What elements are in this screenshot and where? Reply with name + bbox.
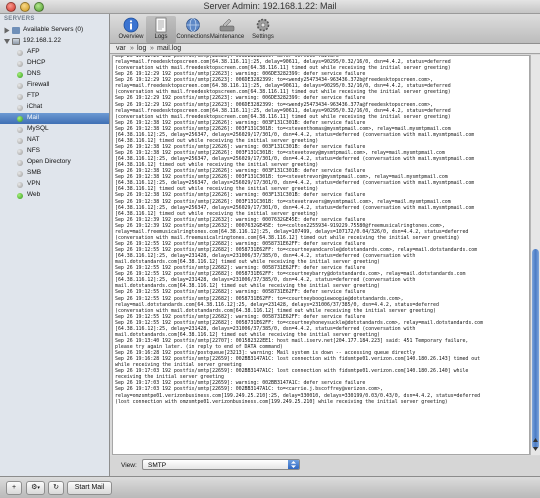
path-separator-icon: » [150,44,154,52]
path-bar: var » log » mail.log [110,44,540,54]
status-dot-icon [17,71,23,78]
path-crumb-var[interactable]: var [116,45,126,52]
service-label: MySQL [27,125,49,132]
servers-sidebar: SERVERS Available Servers (0) 192.168.1.… [0,14,110,476]
sidebar-item-mysql[interactable]: MySQL [0,124,109,135]
start-mail-label: Start Mail [74,484,105,491]
info-icon [123,17,139,33]
status-dot-icon [17,192,23,199]
settings-button[interactable]: Settings [248,16,278,43]
server-icon [12,38,20,45]
service-label: Mail [27,114,39,121]
sidebar-item-nat[interactable]: NAT [0,135,109,146]
service-label: Open Directory [27,158,71,165]
connections-button[interactable]: Connections [176,16,210,43]
updown-arrows-icon [288,460,299,469]
sidebar-item-dhcp[interactable]: DHCP [0,58,109,69]
scroll-up-arrow-icon[interactable] [532,437,539,443]
sidebar-item-open-directory[interactable]: Open Directory [0,157,109,168]
log-line: relay=omzsmtpe01.verizonbusiness.com[199… [115,392,481,399]
status-dot-icon [17,60,23,67]
wrench-icon [219,18,235,32]
sidebar-item-ftp[interactable]: FTP [0,91,109,102]
scrollbar-thumb[interactable] [532,249,539,449]
dropdown-caret-icon: ▾ [37,485,40,491]
toolbar: Overview Logs Connections Maintenance Se… [110,14,540,44]
sidebar-item-mail[interactable]: Mail [0,113,109,124]
server-admin-window: Server Admin: 192.168.1.22: Mail SERVERS… [0,0,540,498]
sidebar-item-smb[interactable]: SMB [0,168,109,179]
sidebar-item-dns[interactable]: DNS [0,69,109,80]
service-label: DHCP [27,59,46,66]
path-crumb-mail-log[interactable]: mail.log [157,45,181,52]
refresh-button[interactable]: ↻ [48,481,64,495]
path-separator-icon: » [130,44,134,52]
status-dot-icon [17,126,23,133]
view-label: View: [121,462,137,469]
sidebar-item-server[interactable]: 192.168.1.22 [0,36,109,47]
service-label: VPN [27,180,41,187]
sidebar-item-firewall[interactable]: Firewall [0,80,109,91]
maintenance-button[interactable]: Maintenance [210,16,244,43]
view-row: View: SMTP [110,456,540,476]
sidebar-item-nfs[interactable]: NFS [0,146,109,157]
sidebar-item-web[interactable]: Web [0,190,109,201]
log-scrollbar[interactable] [530,55,540,455]
log-line: [64.38.116.12]:25, delay=256347, delays=… [115,131,475,138]
view-select-value: SMTP [148,461,167,469]
service-label: Web [27,191,41,198]
sidebar-item-afp[interactable]: AFP [0,47,109,58]
connections-globe-icon [186,18,200,32]
title-bar: Server Admin: 192.168.1.22: Mail [0,0,540,14]
window-title: Server Admin: 192.168.1.22: Mail [203,1,337,11]
status-dot-icon [17,159,23,166]
log-document-icon [155,17,167,33]
disclosure-triangle-icon[interactable] [4,27,10,34]
action-gear-button[interactable]: ⚙▾ [26,481,45,495]
service-label: FTP [27,92,40,99]
status-dot-icon [17,137,23,144]
status-dot-icon [17,82,23,89]
log-line: Sep 26 19:12:55 192 postfix/smtp[22682]:… [115,319,484,326]
add-button[interactable]: + [6,481,22,495]
log-text: Sep 26 19:12:29 192 postfix/smtp[22623]:… [115,56,525,405]
status-dot-icon [17,104,23,111]
status-dot-icon [17,93,23,100]
sidebar-item-ichat[interactable]: iChat [0,102,109,113]
globe-icon [12,27,20,34]
status-dot-icon [17,148,23,155]
service-label: AFP [27,48,40,55]
sidebar-item-available-servers[interactable]: Available Servers (0) [0,25,109,36]
gear-icon [256,18,270,32]
service-label: DNS [27,70,41,77]
log-line: relay=mail.freemusicalringtones.com[64.3… [115,228,469,235]
service-label: SMB [27,169,42,176]
path-crumb-log[interactable]: log [137,45,146,52]
log-view[interactable]: Sep 26 19:12:29 192 postfix/smtp[22623]:… [112,55,530,455]
status-dot-icon [17,181,23,188]
status-dot-icon [17,170,23,177]
service-label: Firewall [27,81,50,88]
log-line: [64.38.116.12]:25, delay=256347, delays=… [115,204,475,211]
disclosure-triangle-icon[interactable] [4,39,10,44]
start-mail-button[interactable]: Start Mail [67,481,112,495]
status-dot-icon [17,49,23,56]
service-label: iChat [27,103,43,110]
scroll-down-arrow-icon[interactable] [532,446,539,452]
service-label: NFS [27,147,40,154]
servers-header: SERVERS [4,16,35,22]
sidebar-item-vpn[interactable]: VPN [0,179,109,190]
log-line: (lost connection with omzsmtpe01.verizon… [115,398,448,405]
bottom-bar: + ⚙▾ ↻ Start Mail [0,476,540,498]
status-dot-icon [17,115,23,122]
view-select[interactable]: SMTP [142,459,300,470]
service-label: NAT [27,136,40,143]
